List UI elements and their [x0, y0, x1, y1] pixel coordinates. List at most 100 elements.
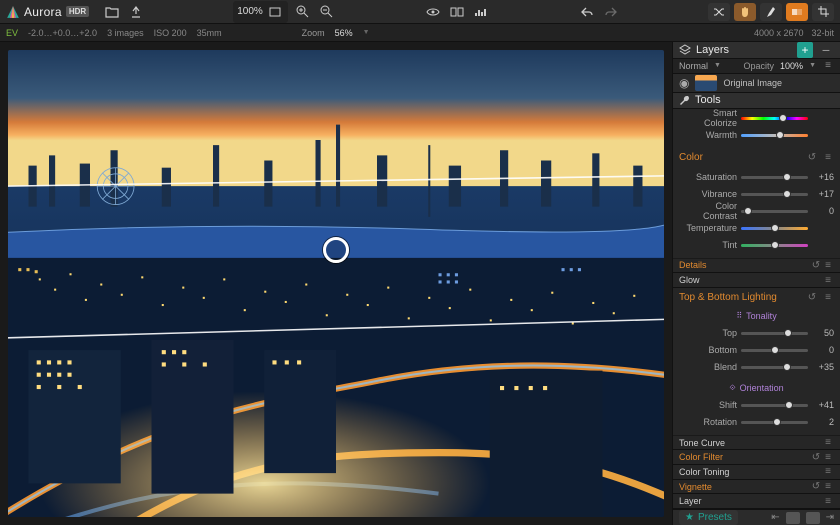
- blend-slider[interactable]: Blend +35: [679, 360, 834, 375]
- tone-curve-header[interactable]: Tone Curve≡: [673, 436, 840, 451]
- ev-label: EV: [6, 28, 18, 38]
- gradient-tool-button[interactable]: [786, 3, 808, 21]
- vignette-header[interactable]: Vignette↺≡: [673, 480, 840, 495]
- dots-icon: ⠿: [736, 311, 742, 320]
- reset-icon[interactable]: ↺: [810, 260, 822, 271]
- preset-thumb-2[interactable]: [806, 512, 820, 524]
- collapse-left-icon[interactable]: ⇤: [771, 512, 779, 523]
- expand-right-icon[interactable]: ⇥: [826, 512, 834, 523]
- aurora-logo-icon: [6, 5, 20, 19]
- layer-blend-row: Normal ▼ Opacity 100% ▼ ≡: [673, 59, 840, 74]
- wrench-icon: [679, 95, 690, 106]
- orientation-sublabel: ⟐ Orientation: [673, 380, 840, 396]
- vibrance-slider[interactable]: Vibrance +17: [679, 187, 834, 202]
- color-header[interactable]: Color ↺ ≡: [673, 148, 840, 168]
- reset-icon[interactable]: ↺: [810, 481, 822, 492]
- compare-button[interactable]: [448, 3, 466, 21]
- zoom-100-button[interactable]: 100%: [237, 6, 263, 17]
- presets-button[interactable]: ★ Presets: [679, 510, 738, 525]
- rotation-slider[interactable]: Rotation 2: [679, 415, 834, 430]
- menu-icon[interactable]: ≡: [822, 152, 834, 163]
- histogram-button[interactable]: [472, 3, 490, 21]
- image-dimensions: 4000 x 2670: [754, 28, 804, 38]
- layers-panel-header: Layers + −: [673, 42, 840, 59]
- dots-icon: ⟐: [729, 383, 735, 393]
- right-panel: Layers + − Normal ▼ Opacity 100% ▼ ≡ ◉ O…: [672, 42, 840, 525]
- image-canvas[interactable]: [8, 50, 664, 517]
- smart-section: Smart Colorize Warmth: [673, 109, 840, 148]
- menu-icon[interactable]: ≡: [822, 481, 834, 492]
- shuffle-tool-button[interactable]: [708, 3, 730, 21]
- redo-button[interactable]: [602, 3, 620, 21]
- tools-panel-header: Tools: [673, 93, 840, 109]
- menu-icon[interactable]: ≡: [822, 260, 834, 271]
- brush-tool-button[interactable]: [760, 3, 782, 21]
- layer-item-original[interactable]: ◉ Original Image: [673, 74, 840, 93]
- warmth-slider[interactable]: Warmth: [679, 128, 834, 143]
- app-brand: Aurora HDR: [6, 5, 97, 19]
- reset-icon[interactable]: ↺: [806, 152, 818, 163]
- glow-section-header[interactable]: Glow ≡: [673, 273, 840, 288]
- color-contrast-slider[interactable]: Color Contrast 0: [679, 204, 834, 219]
- presets-bar: ★ Presets ⇤ ⇥: [673, 509, 840, 525]
- top-toolbar: Aurora HDR 100%: [0, 0, 840, 24]
- reset-icon[interactable]: ↺: [810, 452, 822, 463]
- preview-eye-button[interactable]: [424, 3, 442, 21]
- details-section-header[interactable]: Details ↺ ≡: [673, 259, 840, 274]
- layer-menu-icon[interactable]: ≡: [822, 60, 834, 72]
- hand-tool-button[interactable]: [734, 3, 756, 21]
- tools-title: Tools: [695, 94, 834, 106]
- color-filter-header[interactable]: Color Filter↺≡: [673, 450, 840, 465]
- layer-section-header[interactable]: Layer≡: [673, 494, 840, 509]
- canvas-area[interactable]: [0, 42, 672, 525]
- zoom-100-group: 100%: [233, 1, 288, 23]
- focal-length: 35mm: [197, 28, 222, 38]
- zoom-out-button[interactable]: [318, 3, 336, 21]
- star-icon: ★: [685, 512, 694, 523]
- brand-name: Aurora: [24, 5, 62, 19]
- color-section: Color ↺ ≡ Saturation +16 Vibrance +17 Co…: [673, 148, 840, 259]
- menu-icon[interactable]: ≡: [822, 496, 834, 507]
- open-button[interactable]: [103, 3, 121, 21]
- export-button[interactable]: [127, 3, 145, 21]
- blend-mode-select[interactable]: Normal: [679, 61, 708, 71]
- top-slider[interactable]: Top 50: [679, 326, 834, 341]
- saturation-slider[interactable]: Saturation +16: [679, 170, 834, 185]
- zoom-label: Zoom: [302, 28, 325, 38]
- menu-icon[interactable]: ≡: [822, 466, 834, 477]
- menu-icon[interactable]: ≡: [822, 275, 834, 286]
- chevron-down-icon[interactable]: ▼: [363, 29, 370, 36]
- gradient-handle[interactable]: [323, 237, 349, 263]
- ev-values: -2.0…+0.0…+2.0: [28, 28, 97, 38]
- smart-colorize-slider[interactable]: Smart Colorize: [679, 111, 834, 126]
- tblight-header[interactable]: Top & Bottom Lighting ↺ ≡: [673, 288, 840, 308]
- image-info-bar: EV -2.0…+0.0…+2.0 3 images ISO 200 35mm …: [0, 24, 840, 42]
- zoom-in-button[interactable]: [294, 3, 312, 21]
- brand-tag: HDR: [66, 6, 89, 17]
- preset-thumb-1[interactable]: [786, 512, 800, 524]
- layers-icon: [679, 44, 691, 56]
- tint-slider[interactable]: Tint: [679, 238, 834, 253]
- shift-slider[interactable]: Shift +41: [679, 398, 834, 413]
- bottom-slider[interactable]: Bottom 0: [679, 343, 834, 358]
- visibility-eye-icon[interactable]: ◉: [679, 76, 689, 90]
- crop-tool-button[interactable]: [812, 3, 834, 21]
- add-layer-button[interactable]: +: [797, 42, 813, 58]
- chevron-down-icon[interactable]: ▼: [714, 62, 721, 69]
- remove-layer-button[interactable]: −: [818, 42, 834, 58]
- zoom-value[interactable]: 56%: [335, 28, 353, 38]
- color-toning-header[interactable]: Color Toning≡: [673, 465, 840, 480]
- temperature-slider[interactable]: Temperature: [679, 221, 834, 236]
- menu-icon[interactable]: ≡: [822, 437, 834, 448]
- reset-icon[interactable]: ↺: [806, 292, 818, 303]
- layer-name: Original Image: [723, 78, 782, 88]
- opacity-label: Opacity: [744, 61, 775, 71]
- fit-screen-button[interactable]: [266, 3, 284, 21]
- opacity-value[interactable]: 100%: [780, 61, 803, 71]
- menu-icon[interactable]: ≡: [822, 292, 834, 303]
- chevron-down-icon[interactable]: ▼: [809, 62, 816, 69]
- top-bottom-lighting-section: Top & Bottom Lighting ↺ ≡ ⠿ Tonality Top…: [673, 288, 840, 436]
- undo-button[interactable]: [578, 3, 596, 21]
- iso-value: ISO 200: [154, 28, 187, 38]
- menu-icon[interactable]: ≡: [822, 452, 834, 463]
